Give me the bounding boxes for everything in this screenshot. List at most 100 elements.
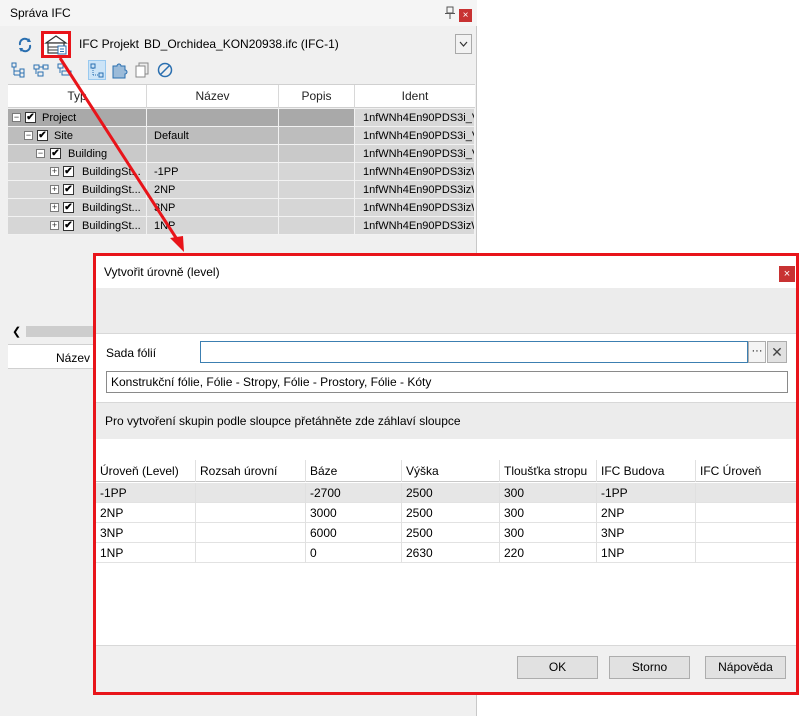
dialog-top-band (96, 288, 796, 333)
tree-col-name[interactable]: Název (147, 85, 279, 108)
tree-expand-icon[interactable] (10, 60, 28, 80)
scroll-left-icon[interactable]: ❮ (12, 325, 21, 338)
puzzle-icon[interactable] (110, 60, 128, 80)
grid-cell[interactable]: 300 (500, 523, 597, 543)
sync-icon[interactable] (156, 60, 174, 80)
checkbox[interactable]: ✔ (50, 148, 61, 159)
grid-cell[interactable] (696, 543, 796, 563)
create-levels-button[interactable] (41, 31, 71, 58)
grid-row[interactable]: 2NP 3000 2500 300 2NP (96, 503, 796, 523)
grid-col-range[interactable]: Rozsah úrovní (196, 460, 306, 482)
grid-cell[interactable]: 2500 (402, 523, 500, 543)
grid-row[interactable]: 3NP 6000 2500 300 3NP (96, 523, 796, 543)
panel-close-button[interactable]: × (459, 9, 472, 22)
expand-icon[interactable]: + (50, 221, 59, 230)
collapse-icon[interactable]: − (12, 113, 21, 122)
grid-cell[interactable]: 0 (306, 543, 402, 563)
grid-row[interactable]: -1PP -2700 2500 300 -1PP (96, 483, 796, 503)
expand-icon[interactable]: + (50, 203, 59, 212)
grid-cell[interactable]: -2700 (306, 483, 402, 503)
help-button[interactable]: Nápověda (705, 656, 786, 679)
tree-col-desc[interactable]: Popis (279, 85, 355, 108)
collapse-icon[interactable]: − (24, 131, 33, 140)
checkbox[interactable]: ✔ (37, 130, 48, 141)
checkbox[interactable]: ✔ (63, 184, 74, 195)
project-file-name: BD_Orchidea_KON20938.ifc (IFC-1) (144, 37, 339, 51)
expand-icon[interactable]: + (50, 185, 59, 194)
horizontal-scrollbar[interactable]: ❮ (8, 323, 98, 340)
clear-button[interactable]: ✕ (767, 341, 787, 363)
grid-cell[interactable]: 300 (500, 483, 597, 503)
tree-name-cell (147, 145, 279, 163)
tree-desc-cell (279, 163, 355, 181)
tree-row[interactable]: + ✔ BuildingSt... 1NP 1nfWNh4En90PDS3izW… (8, 217, 475, 235)
browse-button[interactable]: ··· (748, 341, 766, 363)
grid-cell[interactable]: 2630 (402, 543, 500, 563)
copy-icon[interactable] (134, 60, 152, 80)
grid-cell[interactable]: 1NP (96, 543, 196, 563)
tree-ident-cell: 1nfWNh4En90PDS3izWl (355, 163, 475, 181)
grid-cell[interactable] (196, 523, 306, 543)
tree-row[interactable]: + ✔ BuildingSt... -1PP 1nfWNh4En90PDS3iz… (8, 163, 475, 181)
tree-ident-cell: 1nfWNh4En90PDS3izWl (355, 199, 475, 217)
grid-cell[interactable]: 2500 (402, 483, 500, 503)
grid-cell[interactable]: 1NP (597, 543, 696, 563)
grid-cell[interactable]: 300 (500, 503, 597, 523)
grid-col-height[interactable]: Výška (402, 460, 500, 482)
expand-icon[interactable]: + (50, 167, 59, 176)
grid-col-ifc-level[interactable]: IFC Úroveň (696, 460, 796, 482)
tree-row[interactable]: − ✔ Site Default 1nfWNh4En90PDS3i_Vh (8, 127, 475, 145)
cancel-button[interactable]: Storno (609, 656, 690, 679)
project-dropdown[interactable] (455, 34, 472, 54)
grid-cell[interactable]: 2500 (402, 503, 500, 523)
tree-collapse-icon[interactable] (32, 60, 50, 80)
refresh-icon[interactable] (16, 36, 34, 54)
scroll-thumb[interactable] (26, 326, 98, 337)
grid-cell[interactable]: -1PP (96, 483, 196, 503)
grid-col-ifc-building[interactable]: IFC Budova (597, 460, 696, 482)
grid-cell[interactable]: -1PP (597, 483, 696, 503)
tree-col-type[interactable]: Typ (8, 85, 147, 108)
checkbox[interactable]: ✔ (63, 202, 74, 213)
grid-row[interactable]: 1NP 0 2630 220 1NP (96, 543, 796, 563)
grid-col-level[interactable]: Úroveň (Level) (96, 460, 196, 482)
tree-name-cell (147, 109, 279, 127)
tree-ident-cell: 1nfWNh4En90PDS3i_Vh (355, 127, 475, 145)
tree-type-label: BuildingSt... (82, 202, 141, 214)
dialog-close-button[interactable]: × (779, 266, 795, 282)
checkbox[interactable]: ✔ (25, 112, 36, 123)
checkbox[interactable]: ✔ (63, 166, 74, 177)
grid-cell[interactable] (196, 483, 306, 503)
property-col-name[interactable]: Název (56, 351, 90, 365)
collapse-icon[interactable]: − (36, 149, 45, 158)
ok-button[interactable]: OK (517, 656, 598, 679)
grid-col-base[interactable]: Báze (306, 460, 402, 482)
grid-cell[interactable] (696, 503, 796, 523)
grid-cell[interactable]: 2NP (96, 503, 196, 523)
tree-name-cell: 1NP (147, 217, 279, 235)
grid-cell[interactable] (696, 483, 796, 503)
tree-row[interactable]: + ✔ BuildingSt... 3NP 1nfWNh4En90PDS3izW… (8, 199, 475, 217)
grid-cell[interactable]: 6000 (306, 523, 402, 543)
tree-row[interactable]: − ✔ Building 1nfWNh4En90PDS3i_Vh (8, 145, 475, 163)
pin-icon[interactable] (444, 6, 456, 20)
tree-level-icon[interactable] (56, 60, 74, 80)
tree-row[interactable]: + ✔ BuildingSt... 2NP 1nfWNh4En90PDS3izW… (8, 181, 475, 199)
grid-cell[interactable] (196, 503, 306, 523)
tree-row[interactable]: − ✔ Project 1nfWNh4En90PDS3i_Vh (8, 109, 475, 127)
grid-col-slab-thickness[interactable]: Tloušťka stropu (500, 460, 597, 482)
tree-structure-button[interactable] (88, 60, 106, 80)
grid-cell[interactable]: 3000 (306, 503, 402, 523)
grid-cell[interactable]: 3NP (597, 523, 696, 543)
group-by-panel[interactable]: Pro vytvoření skupin podle sloupce přetá… (96, 403, 796, 439)
tree-header: Typ Název Popis Ident (8, 84, 475, 108)
grid-cell[interactable]: 3NP (96, 523, 196, 543)
grid-cell[interactable] (696, 523, 796, 543)
grid-cell[interactable]: 220 (500, 543, 597, 563)
checkbox[interactable]: ✔ (63, 220, 74, 231)
grid-cell[interactable]: 2NP (597, 503, 696, 523)
chevron-down-icon (459, 41, 468, 47)
grid-cell[interactable] (196, 543, 306, 563)
layer-set-input[interactable] (200, 341, 748, 363)
tree-col-ident[interactable]: Ident (355, 85, 475, 108)
